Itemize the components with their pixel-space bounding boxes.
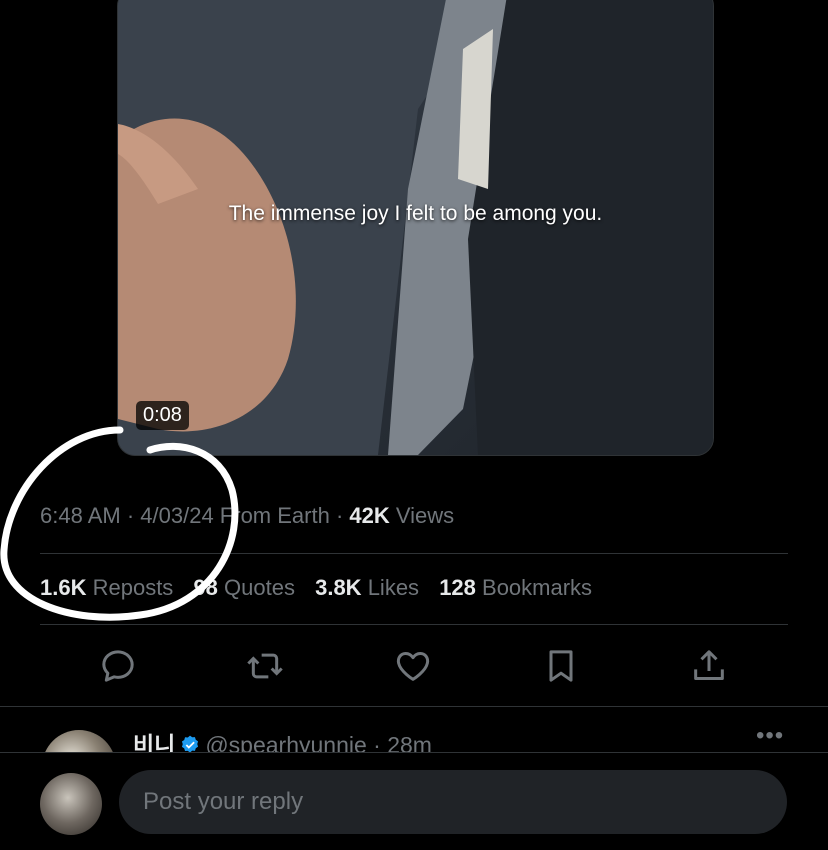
video-duration-badge: 0:08 — [136, 401, 189, 430]
post-date[interactable]: 4/03/24 — [140, 503, 213, 528]
divider — [40, 553, 788, 554]
avatar[interactable] — [40, 773, 102, 835]
reposts-stat[interactable]: 1.6K Reposts — [40, 575, 173, 601]
like-button[interactable] — [393, 646, 435, 688]
verified-badge-icon — [182, 735, 199, 752]
bookmarks-stat[interactable]: 128 Bookmarks — [439, 575, 592, 601]
bookmark-icon — [549, 650, 573, 682]
post-meta: 6:48 AM · 4/03/24 From Earth · 42K Views — [40, 503, 455, 528]
likes-stat[interactable]: 3.8K Likes — [315, 575, 419, 601]
bookmark-button[interactable] — [541, 646, 583, 688]
action-bar — [0, 646, 828, 688]
repost-icon — [247, 653, 283, 679]
quotes-stat[interactable]: 98 Quotes — [193, 575, 295, 601]
post-time[interactable]: 6:48 AM — [40, 503, 121, 528]
views-label: Views — [389, 503, 455, 528]
divider — [0, 706, 828, 707]
avatar[interactable] — [42, 730, 116, 752]
video-player[interactable]: The immense joy I felt to be among you. … — [117, 0, 714, 456]
views-count: 42K — [349, 503, 390, 528]
reply-display-name[interactable]: 비니 — [133, 732, 175, 752]
reply-input[interactable] — [119, 770, 787, 834]
like-icon — [396, 652, 430, 681]
divider — [40, 624, 788, 625]
reply-composer — [0, 752, 828, 850]
share-icon — [694, 650, 724, 680]
video-caption: The immense joy I felt to be among you. — [228, 202, 603, 225]
more-options-icon[interactable]: ••• — [756, 722, 784, 750]
post-source: From Earth — [213, 503, 330, 528]
reply-preview[interactable]: 비니 @spearhyunnie · 28m ••• — [0, 722, 828, 752]
engagement-stats: 1.6K Reposts 98 Quotes 3.8K Likes 128 Bo… — [40, 575, 606, 601]
share-button[interactable] — [689, 646, 731, 688]
video-frame — [118, 0, 713, 455]
repost-button[interactable] — [245, 646, 287, 688]
reply-author: 비니 @spearhyunnie · 28m — [133, 726, 432, 752]
reply-icon — [102, 650, 134, 682]
reply-time: · 28m — [366, 732, 432, 752]
reply-button[interactable] — [98, 646, 140, 688]
reply-handle[interactable]: @spearhyunnie — [205, 732, 366, 752]
